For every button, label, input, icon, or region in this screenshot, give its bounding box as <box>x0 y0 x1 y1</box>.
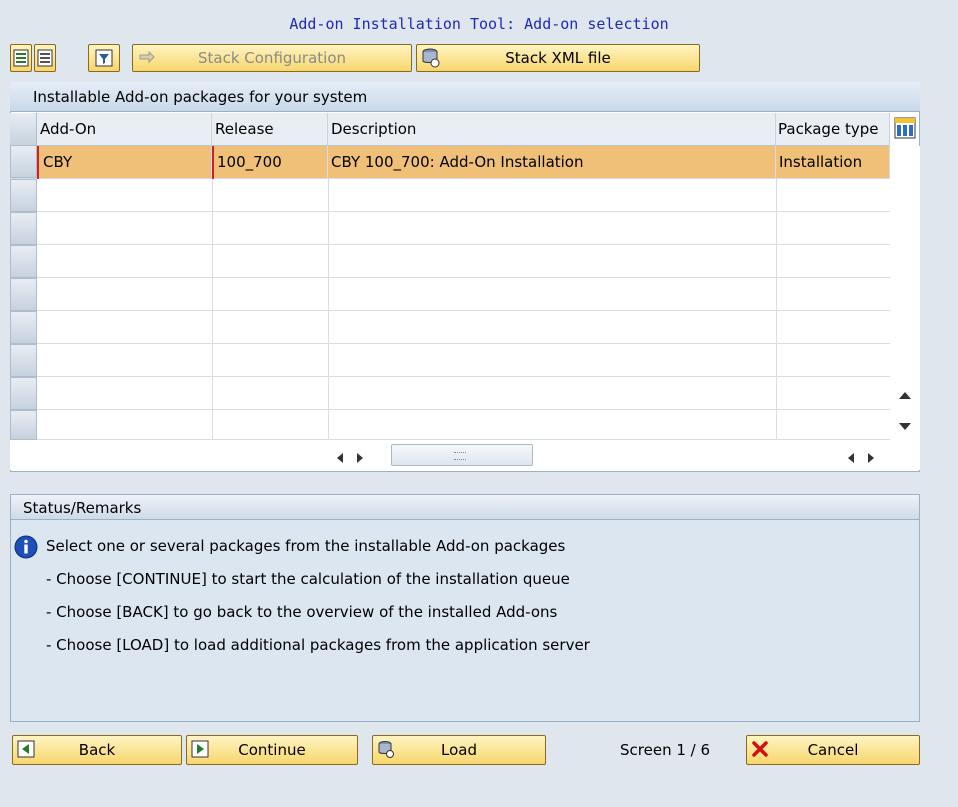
stack-xml-file-button[interactable]: Stack XML file <box>416 44 700 72</box>
column-settings-button[interactable] <box>894 116 916 140</box>
cell-package-type[interactable]: Installation <box>776 146 890 179</box>
table-row <box>10 245 890 278</box>
select-all-icon <box>13 49 29 67</box>
back-icon <box>17 740 35 758</box>
scroll-up-icon[interactable] <box>898 386 912 404</box>
table-row <box>10 179 890 212</box>
table-row <box>10 311 890 344</box>
load-label: Load <box>441 741 477 759</box>
status-line: - Choose [CONTINUE] to start the calcula… <box>46 570 570 588</box>
filter-button[interactable] <box>88 44 120 72</box>
database-icon <box>422 48 440 68</box>
column-divider <box>212 179 213 440</box>
continue-icon <box>191 740 209 758</box>
row-selector[interactable] <box>10 410 37 440</box>
cancel-button[interactable]: Cancel <box>746 735 920 765</box>
horizontal-scrollbar-area <box>10 440 920 470</box>
scroll-left-icon[interactable] <box>335 450 345 468</box>
scroll-down-icon[interactable] <box>898 418 912 436</box>
column-settings-icon <box>894 117 916 139</box>
table-row <box>10 344 890 377</box>
cell-release[interactable]: 100_700 <box>212 146 328 179</box>
column-header-package-type[interactable]: Package type <box>776 113 890 146</box>
continue-button[interactable]: Continue <box>186 735 358 765</box>
stack-configuration-label: Stack Configuration <box>197 49 347 67</box>
row-selector[interactable] <box>10 311 37 344</box>
cancel-label: Cancel <box>807 741 859 759</box>
stack-configuration-icon <box>139 50 155 64</box>
row-selector[interactable] <box>10 278 37 311</box>
continue-label: Continue <box>238 741 306 759</box>
row-selector[interactable] <box>10 145 37 178</box>
horizontal-scroll-thumb[interactable] <box>391 444 533 466</box>
select-all-button[interactable] <box>10 44 32 72</box>
status-line: - Choose [LOAD] to load additional packa… <box>46 636 590 654</box>
load-button[interactable]: Load <box>372 735 546 765</box>
column-header-release[interactable]: Release <box>212 113 328 146</box>
column-header-description[interactable]: Description <box>328 113 776 146</box>
scroll-right-icon[interactable] <box>866 450 876 468</box>
database-load-icon <box>378 741 394 758</box>
select-all-rows-corner[interactable] <box>10 113 37 146</box>
screen-indicator: Screen 1 / 6 <box>620 741 711 759</box>
back-button[interactable]: Back <box>12 735 182 765</box>
grip-icon <box>454 452 466 460</box>
status-info-text: Select one or several packages from the … <box>46 537 566 555</box>
table-row <box>10 377 890 410</box>
table-row <box>10 410 890 440</box>
table-row[interactable]: CBY 100_700 CBY 100_700: Add-On Installa… <box>10 145 890 179</box>
row-selector[interactable] <box>10 344 37 377</box>
cancel-icon <box>752 741 768 757</box>
column-header-addon[interactable]: Add-On <box>37 113 212 146</box>
cell-addon[interactable]: CBY <box>37 146 212 179</box>
back-label: Back <box>78 741 116 759</box>
row-selector[interactable] <box>10 377 37 410</box>
column-divider <box>328 179 329 440</box>
grid-header-row: Add-On Release Description Package type <box>10 113 890 146</box>
table-row <box>10 212 890 245</box>
row-selector[interactable] <box>10 179 37 212</box>
table-panel-title: Installable Add-on packages for your sys… <box>10 82 920 112</box>
addon-grid: Add-On Release Description Package type … <box>10 113 890 440</box>
stack-configuration-button[interactable]: Stack Configuration <box>132 44 412 72</box>
deselect-all-icon <box>37 49 53 67</box>
vertical-scrollbar[interactable] <box>890 146 920 440</box>
row-selector[interactable] <box>10 245 37 278</box>
status-remarks-title: Status/Remarks <box>10 494 920 520</box>
window-title: Add-on Installation Tool: Add-on selecti… <box>289 15 669 33</box>
filter-icon <box>95 49 113 67</box>
scroll-left-icon[interactable] <box>846 450 856 468</box>
stack-xml-file-label: Stack XML file <box>505 49 611 67</box>
deselect-all-button[interactable] <box>34 44 56 72</box>
cell-description[interactable]: CBY 100_700: Add-On Installation <box>328 146 776 179</box>
status-line: - Choose [BACK] to go back to the overvi… <box>46 603 558 621</box>
scroll-right-icon[interactable] <box>355 450 365 468</box>
info-icon <box>14 535 38 559</box>
column-divider <box>776 179 777 440</box>
table-row <box>10 278 890 311</box>
row-selector[interactable] <box>10 212 37 245</box>
